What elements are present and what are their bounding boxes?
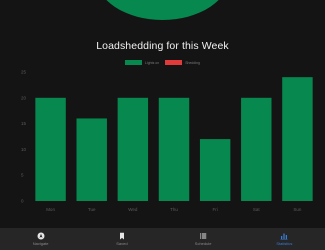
nav-item-statistics[interactable]: Statistics xyxy=(244,228,325,250)
nav-item-saved[interactable]: Saved xyxy=(81,228,162,250)
bar-tue[interactable] xyxy=(76,118,107,201)
nav-label-saved: Saved xyxy=(116,241,128,246)
y-tick-label: 15 xyxy=(21,121,27,126)
nav-label-schedule: Schedule xyxy=(194,241,212,246)
bar-fri[interactable] xyxy=(199,139,231,201)
bottom-navigation-bar: Navigate Saved Schedule Statistics xyxy=(0,228,325,250)
bookmark-icon xyxy=(119,232,124,240)
nav-label-statistics: Statistics xyxy=(276,241,293,246)
nav-item-schedule[interactable]: Schedule xyxy=(163,228,244,250)
nav-item-navigate[interactable]: Navigate xyxy=(0,228,81,250)
bar-chart: 0 5 10 15 20 25 Mon Tue Wed Thu Fri Sat Sun xyxy=(21,70,313,212)
bar-sun[interactable] xyxy=(282,77,313,201)
x-tick-label: Mon xyxy=(46,207,55,212)
nav-label-navigate: Navigate xyxy=(32,241,49,246)
bar-thu[interactable] xyxy=(158,97,190,201)
y-tick-label: 20 xyxy=(21,95,27,100)
x-tick-label: Wed xyxy=(128,207,138,212)
x-tick-label: Tue xyxy=(88,207,96,212)
y-tick-label: 0 xyxy=(21,199,24,204)
y-tick-label: 25 xyxy=(21,70,27,75)
app-screen: Loadshedding for this Week Lights on She… xyxy=(0,0,325,250)
y-tick-label: 5 xyxy=(21,173,24,178)
x-tick-label: Fri xyxy=(213,207,218,212)
bar-sat[interactable] xyxy=(241,97,272,201)
x-tick-label: Sat xyxy=(253,207,261,212)
navigate-icon xyxy=(37,232,45,240)
bar-chart-icon xyxy=(280,233,288,240)
bar-wed[interactable] xyxy=(117,97,149,201)
x-tick-label: Sun xyxy=(293,207,302,212)
bar-mon[interactable] xyxy=(35,97,66,201)
y-tick-label: 10 xyxy=(21,147,27,152)
list-icon xyxy=(200,233,207,239)
x-tick-label: Thu xyxy=(170,207,178,212)
